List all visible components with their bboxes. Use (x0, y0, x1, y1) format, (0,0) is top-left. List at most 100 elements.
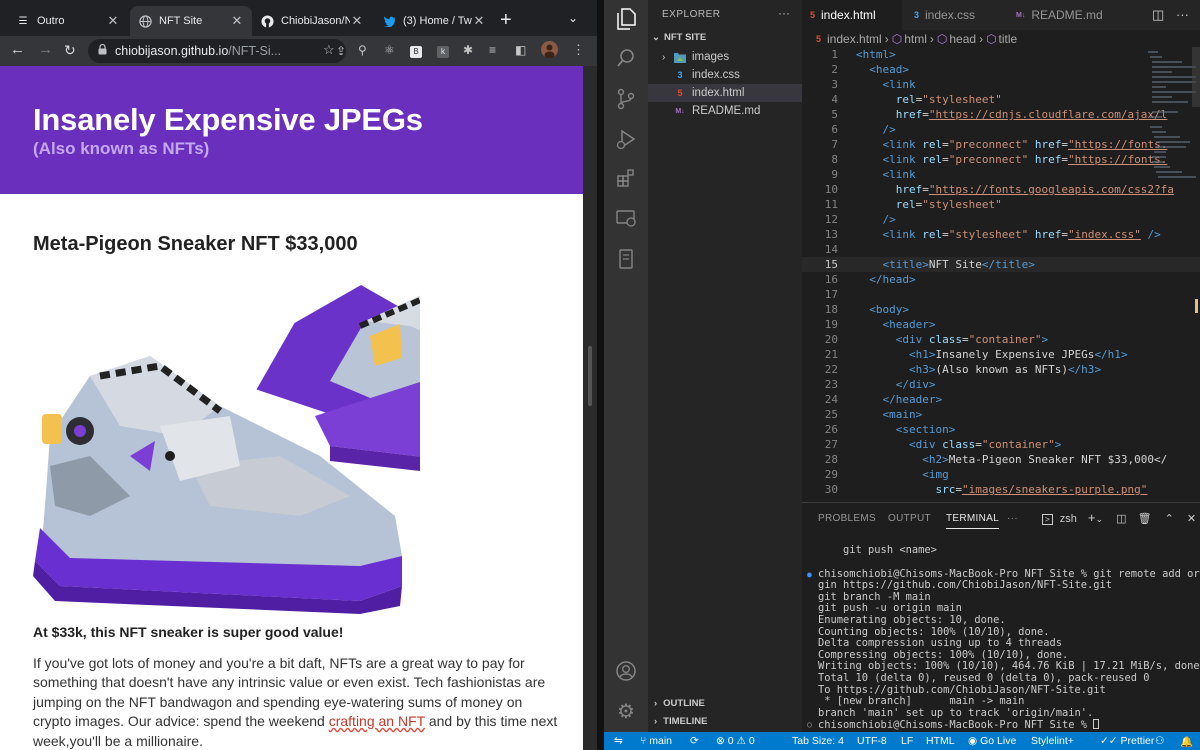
extension-b-icon[interactable]: B (410, 43, 422, 58)
code-line[interactable]: 1 <html> (802, 47, 1200, 62)
timeline-section[interactable]: › TIMELINE (652, 716, 708, 727)
extension-k-icon[interactable]: k (437, 43, 449, 58)
code-line[interactable]: 24 </header> (802, 392, 1200, 407)
code-line[interactable]: 19 <header> (802, 317, 1200, 332)
code-line[interactable]: 10 href="https://fonts.googleapis.com/cs… (802, 182, 1200, 197)
reload-icon[interactable]: ↻ (64, 42, 76, 58)
extensions-puzzle-icon[interactable]: ✱ (463, 43, 473, 57)
close-tab-icon[interactable]: ✕ (350, 13, 364, 29)
code-editor[interactable]: 1 <html> 2 <head> 3 <link 4 rel="stylesheet"… (802, 47, 1200, 502)
project-folder[interactable]: ⌄ NFT SITE (652, 32, 706, 43)
code-line[interactable]: 22 <h3>(Also known as NFTs)</h3> (802, 362, 1200, 377)
source-control-icon[interactable] (614, 88, 638, 112)
reading-list-icon[interactable]: ≡ (489, 43, 496, 57)
explorer-files-icon[interactable] (614, 8, 638, 32)
close-panel-icon[interactable]: ✕ (1187, 513, 1196, 525)
code-line[interactable]: 9 <link (802, 167, 1200, 182)
eol-indicator[interactable]: LF (901, 735, 913, 747)
browser-tab-github[interactable]: ChiobiJason/N ✕ (252, 6, 372, 36)
code-line[interactable]: 17 (802, 287, 1200, 302)
share-icon[interactable]: ⇪ (336, 44, 346, 58)
code-line[interactable]: 5 href="https://cdnjs.cloudflare.com/aja… (802, 107, 1200, 122)
editor-tab-index-css[interactable]: 3 index.css (906, 0, 1004, 30)
close-tab-icon[interactable]: ✕ (106, 13, 120, 29)
file-item-readme[interactable]: M↓ README.md (648, 102, 802, 120)
code-line[interactable]: 11 rel="stylesheet" (802, 197, 1200, 212)
file-item-index-html[interactable]: 5 index.html (648, 84, 802, 102)
code-line[interactable]: 30 src="images/sneakers-purple.png" (802, 482, 1200, 497)
code-line[interactable]: 14 (802, 242, 1200, 257)
notebook-icon[interactable] (614, 248, 638, 272)
code-line[interactable]: 21 <h1>Insanely Expensive JPEGs</h1> (802, 347, 1200, 362)
problems-indicator[interactable]: ⊗ 0 ⚠ 0 (716, 735, 755, 747)
side-panel-icon[interactable]: ◧ (515, 43, 526, 57)
code-line[interactable]: 16 </head> (802, 272, 1200, 287)
back-arrow-icon[interactable]: ← (10, 42, 25, 58)
close-tab-icon[interactable]: ✕ (472, 13, 486, 29)
code-line[interactable]: 27 <div class="container"> (802, 437, 1200, 452)
remote-indicator-icon[interactable]: ⇋ (614, 735, 623, 747)
editor-scrollbar[interactable] (1189, 47, 1200, 502)
extension-dropper-icon[interactable]: ⚲ (358, 43, 367, 57)
code-line[interactable]: 26 <section> (802, 422, 1200, 437)
browser-tab-nft-site[interactable]: NFT Site ✕ (130, 6, 252, 36)
code-line[interactable]: 18 <body> (802, 302, 1200, 317)
maximize-panel-icon[interactable]: ⌃ (1165, 513, 1174, 525)
go-live-button[interactable]: ◉ Go Live (968, 735, 1016, 747)
new-terminal-plus-icon[interactable]: + (1088, 510, 1096, 525)
code-line[interactable]: 13 <link rel="stylesheet" href="index.cs… (802, 227, 1200, 242)
editor-tab-index-html[interactable]: 5 index.html (802, 0, 902, 30)
page-scroll-thumb[interactable] (588, 346, 592, 406)
trash-icon[interactable]: 🗑 (1138, 513, 1152, 525)
sync-icon[interactable]: ⟳ (690, 735, 699, 747)
code-line[interactable]: 15 <title>NFT Site</title> (802, 257, 1200, 272)
branch-indicator[interactable]: ⑂ main (640, 735, 672, 747)
account-icon[interactable] (614, 660, 638, 684)
new-tab-button[interactable]: + (500, 10, 512, 30)
editor-tab-readme[interactable]: M↓ README.md (1008, 0, 1118, 30)
browser-menu-icon[interactable]: ⋮ (572, 43, 585, 57)
tab-search-chevron-icon[interactable]: ⌄ (568, 11, 578, 25)
code-line[interactable]: 6 /> (802, 122, 1200, 137)
notifications-bell-icon[interactable]: 🔔 (1180, 735, 1193, 748)
tab-output[interactable]: OUTPUT (888, 513, 931, 524)
command-status-icon[interactable]: ○ (807, 720, 812, 729)
code-line[interactable]: 28 <h2>Meta-Pigeon Sneaker NFT $33,000</ (802, 452, 1200, 467)
close-tab-icon[interactable]: ✕ (230, 13, 244, 29)
file-item-images[interactable]: › images (648, 48, 802, 66)
command-status-icon[interactable]: ● (807, 570, 812, 579)
outline-section[interactable]: › OUTLINE (652, 698, 705, 709)
crafting-nft-link[interactable]: crafting an NFT (329, 713, 425, 729)
tab-terminal[interactable]: TERMINAL (946, 513, 999, 529)
more-actions-icon[interactable]: ··· (1176, 7, 1189, 22)
code-line[interactable]: 7 <link rel="preconnect" href="https://f… (802, 137, 1200, 152)
run-debug-icon[interactable] (614, 128, 638, 152)
code-line[interactable]: 12 /> (802, 212, 1200, 227)
browser-tab-twitter[interactable]: (3) Home / Tw ✕ (374, 6, 494, 36)
bookmark-star-icon[interactable]: ☆ (323, 43, 335, 57)
prettier-indicator[interactable]: ✓✓ Prettier (1100, 735, 1154, 747)
split-terminal-icon[interactable]: ◫ (1116, 513, 1126, 525)
page-scrollbar[interactable] (583, 66, 597, 750)
code-line[interactable]: 29 <img (802, 467, 1200, 482)
address-bar[interactable]: chiobijason.github.io/NFT-Si... ⇪ (88, 39, 346, 63)
more-actions-icon[interactable]: ··· (778, 6, 790, 20)
search-icon[interactable] (614, 48, 638, 72)
remote-explorer-icon[interactable] (614, 208, 638, 232)
feedback-icon[interactable]: ⚇ (1155, 735, 1164, 747)
avatar[interactable] (541, 41, 558, 61)
language-indicator[interactable]: HTML (926, 735, 955, 747)
chevron-down-icon[interactable]: ⌄ (1096, 514, 1104, 524)
extensions-icon[interactable] (614, 168, 638, 192)
code-line[interactable]: 8 <link rel="preconnect" href="https://f… (802, 152, 1200, 167)
file-item-index-css[interactable]: 3 index.css (648, 66, 802, 84)
code-line[interactable]: 4 rel="stylesheet" (802, 92, 1200, 107)
code-line[interactable]: 20 <div class="container"> (802, 332, 1200, 347)
tab-problems[interactable]: PROBLEMS (818, 513, 876, 524)
browser-tab-outro[interactable]: ☰ Outro ✕ (8, 6, 128, 36)
encoding-indicator[interactable]: UTF-8 (857, 735, 887, 747)
code-line[interactable]: 23 </div> (802, 377, 1200, 392)
more-panel-tabs-icon[interactable]: ··· (1007, 513, 1018, 524)
code-line[interactable]: 2 <head> (802, 62, 1200, 77)
window-divider[interactable] (597, 0, 604, 750)
